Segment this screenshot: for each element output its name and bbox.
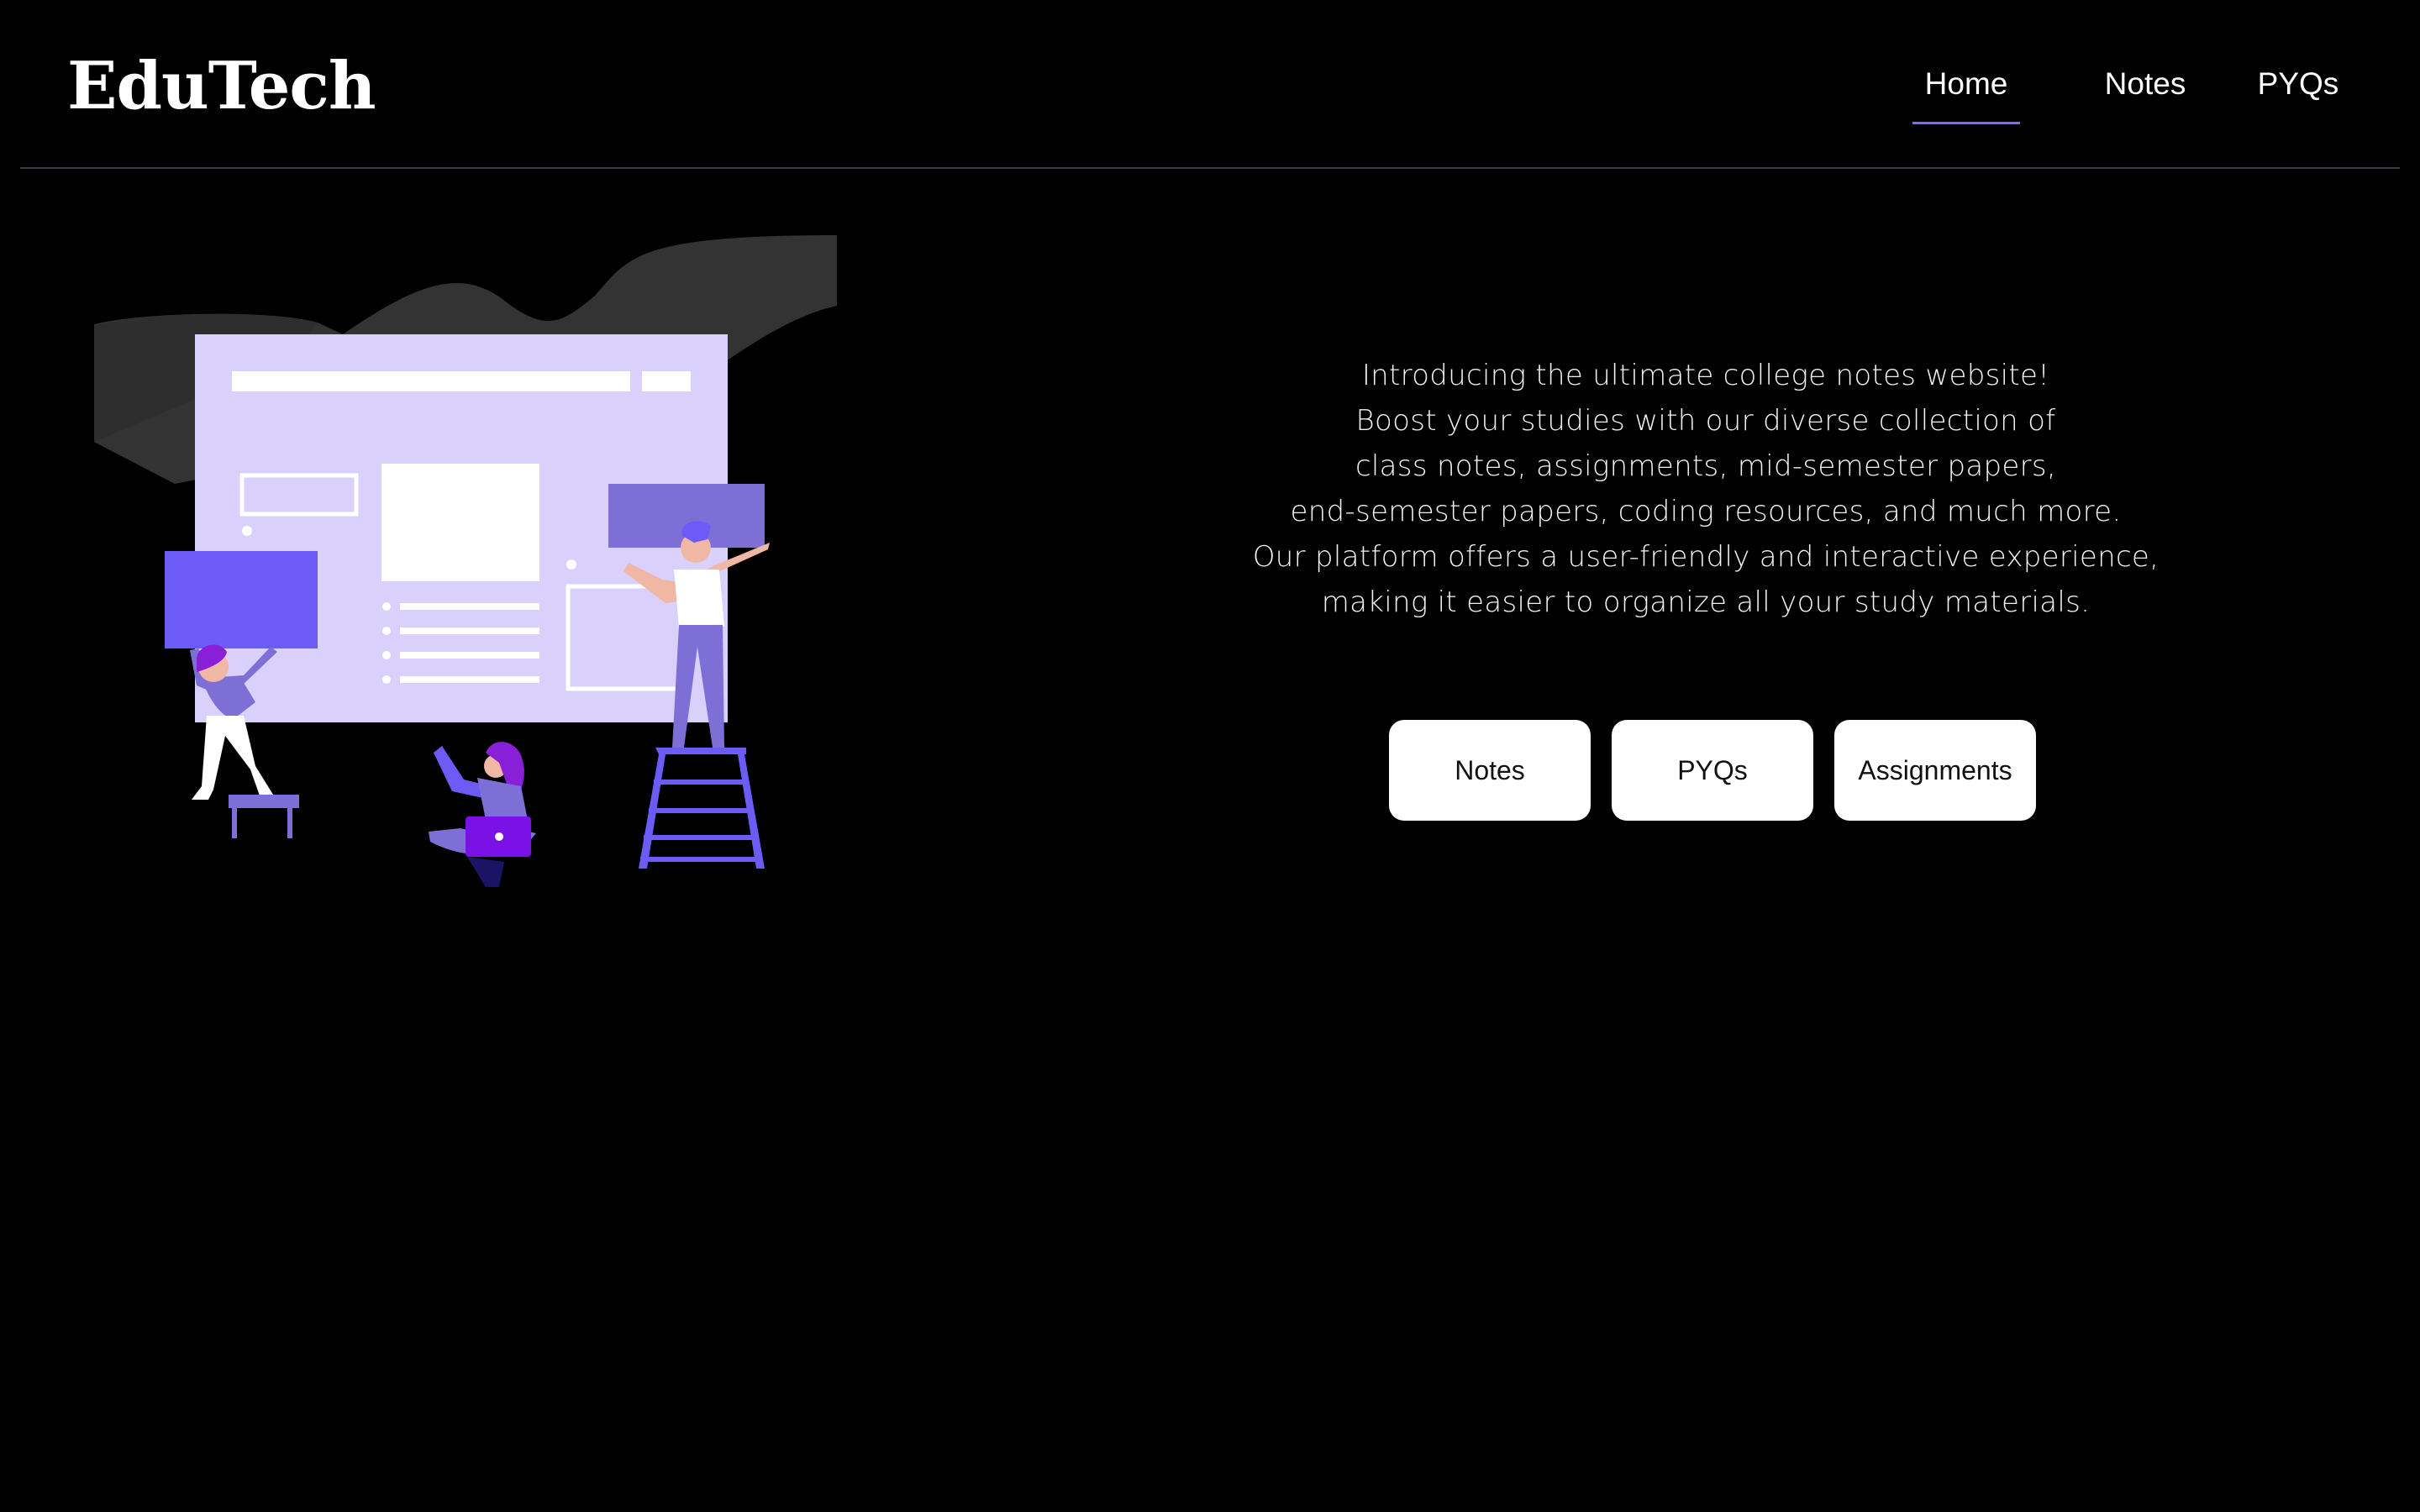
pyqs-button[interactable]: PYQs xyxy=(1612,720,1813,821)
intro-line: making it easier to organize all your st… xyxy=(1321,585,2091,619)
intro-line: class notes, assignments, mid-semester p… xyxy=(1355,449,2057,483)
nav-link-pyqs[interactable]: PYQs xyxy=(2245,49,2351,124)
hero-intro-text: Introducing the ultimate college notes w… xyxy=(1227,353,2185,625)
assignments-button[interactable]: Assignments xyxy=(1834,720,2036,821)
intro-line: Our platform offers a user-friendly and … xyxy=(1252,540,2160,574)
board-dot xyxy=(242,526,252,536)
nav-link-notes[interactable]: Notes xyxy=(2084,49,2207,124)
notes-button[interactable]: Notes xyxy=(1389,720,1591,821)
board-image-block xyxy=(381,464,539,581)
nav-link-home[interactable]: Home xyxy=(1912,49,2020,124)
brand-logo[interactable]: EduTech xyxy=(67,40,376,133)
intro-line: end-semester papers, coding resources, a… xyxy=(1290,495,2122,528)
intro-line: Introducing the ultimate college notes w… xyxy=(1361,359,2050,392)
board-url-bar xyxy=(232,371,630,391)
team-building-website-illustration xyxy=(91,232,847,904)
held-panel-left xyxy=(165,551,318,648)
illustration-svg xyxy=(94,235,837,887)
site-header: EduTech Home Notes PYQs xyxy=(20,0,2400,169)
intro-line: Boost your studies with our diverse coll… xyxy=(1355,404,2056,438)
board-url-button xyxy=(642,371,691,391)
